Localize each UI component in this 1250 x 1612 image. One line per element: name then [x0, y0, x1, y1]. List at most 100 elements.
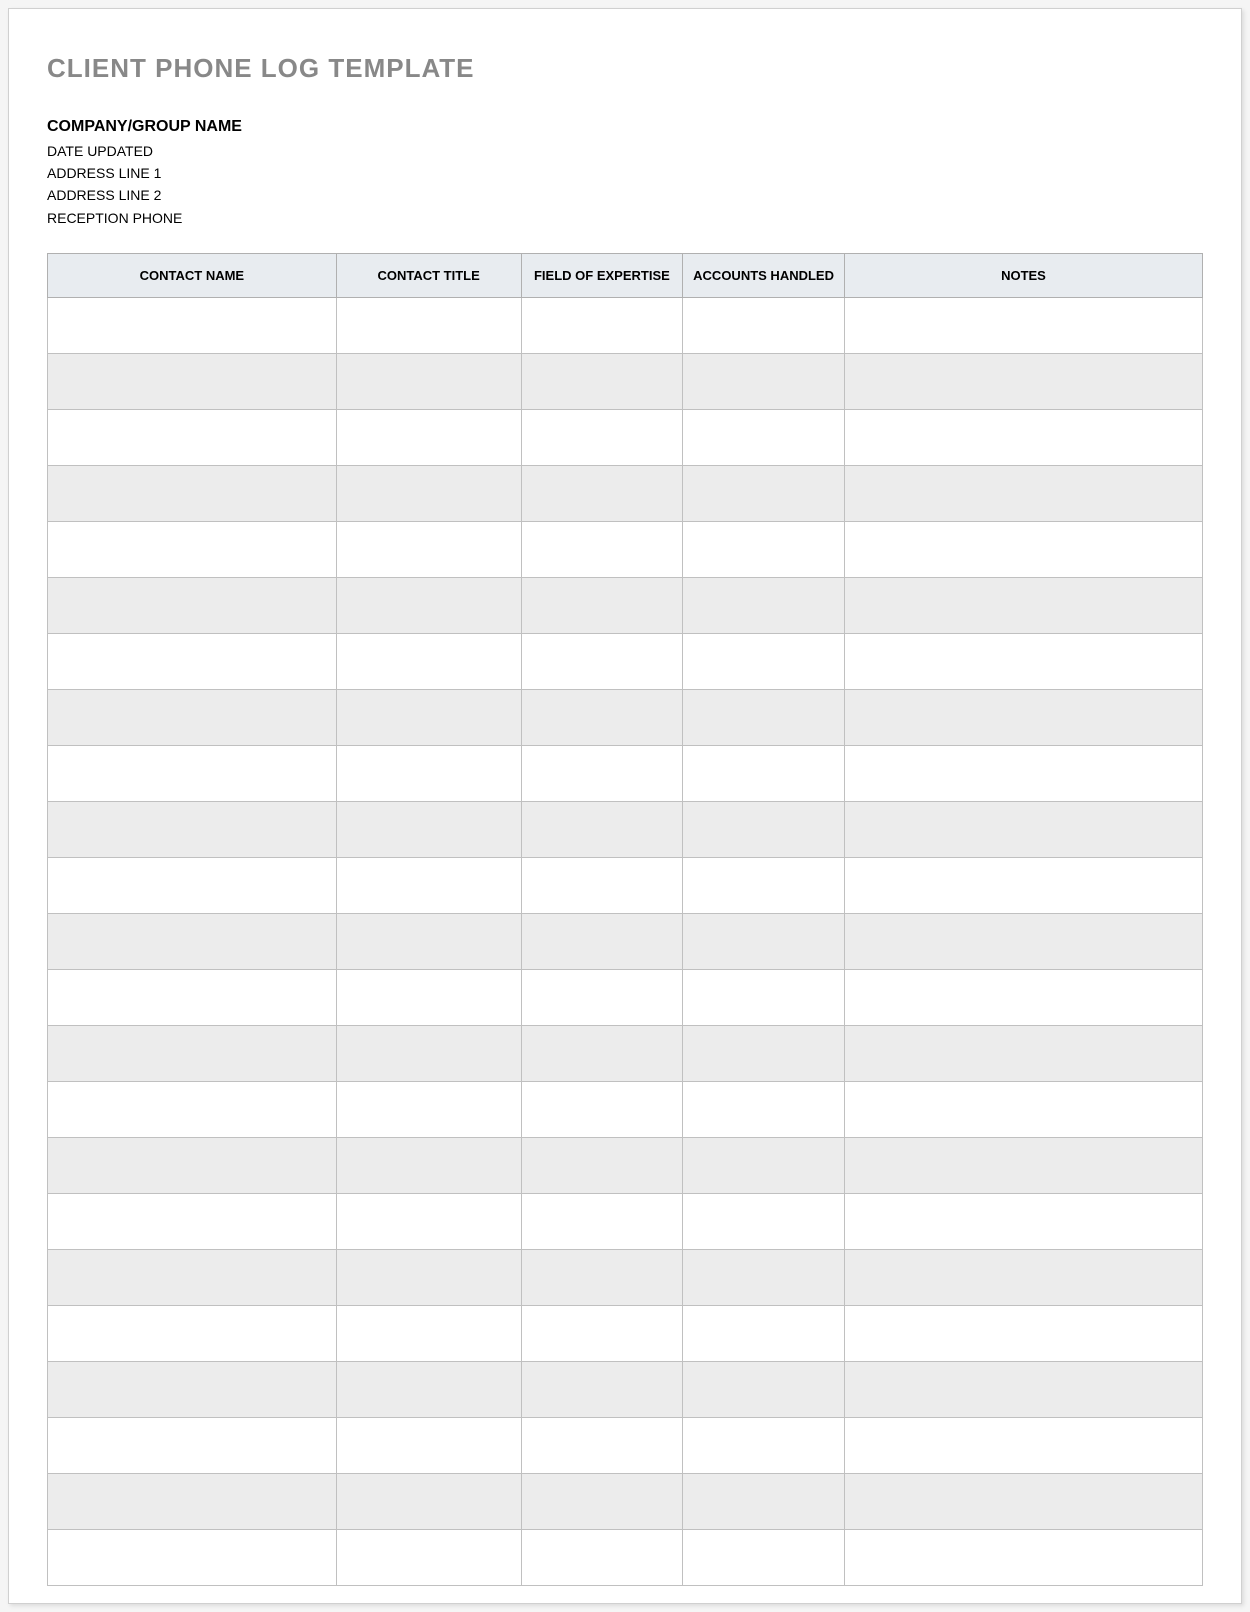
cell-contact-name[interactable] [48, 1418, 337, 1474]
cell-notes[interactable] [844, 354, 1202, 410]
cell-notes[interactable] [844, 1362, 1202, 1418]
cell-notes[interactable] [844, 522, 1202, 578]
cell-field-of-expertise[interactable] [521, 298, 683, 354]
cell-contact-title[interactable] [336, 1530, 521, 1586]
cell-field-of-expertise[interactable] [521, 858, 683, 914]
cell-accounts-handled[interactable] [683, 1418, 845, 1474]
cell-accounts-handled[interactable] [683, 410, 845, 466]
cell-accounts-handled[interactable] [683, 914, 845, 970]
cell-notes[interactable] [844, 298, 1202, 354]
cell-contact-name[interactable] [48, 746, 337, 802]
cell-accounts-handled[interactable] [683, 802, 845, 858]
cell-notes[interactable] [844, 802, 1202, 858]
cell-contact-name[interactable] [48, 1026, 337, 1082]
cell-accounts-handled[interactable] [683, 1026, 845, 1082]
cell-notes[interactable] [844, 1026, 1202, 1082]
cell-accounts-handled[interactable] [683, 298, 845, 354]
cell-contact-name[interactable] [48, 1362, 337, 1418]
cell-field-of-expertise[interactable] [521, 466, 683, 522]
cell-contact-title[interactable] [336, 466, 521, 522]
cell-field-of-expertise[interactable] [521, 522, 683, 578]
cell-notes[interactable] [844, 410, 1202, 466]
cell-accounts-handled[interactable] [683, 522, 845, 578]
cell-field-of-expertise[interactable] [521, 914, 683, 970]
cell-contact-title[interactable] [336, 354, 521, 410]
cell-field-of-expertise[interactable] [521, 634, 683, 690]
cell-notes[interactable] [844, 970, 1202, 1026]
cell-contact-title[interactable] [336, 1250, 521, 1306]
cell-contact-title[interactable] [336, 914, 521, 970]
cell-accounts-handled[interactable] [683, 1082, 845, 1138]
cell-contact-title[interactable] [336, 1418, 521, 1474]
cell-contact-name[interactable] [48, 1474, 337, 1530]
cell-contact-title[interactable] [336, 970, 521, 1026]
cell-accounts-handled[interactable] [683, 466, 845, 522]
cell-accounts-handled[interactable] [683, 970, 845, 1026]
cell-contact-title[interactable] [336, 1026, 521, 1082]
cell-notes[interactable] [844, 466, 1202, 522]
cell-contact-name[interactable] [48, 1250, 337, 1306]
cell-notes[interactable] [844, 746, 1202, 802]
cell-accounts-handled[interactable] [683, 578, 845, 634]
cell-notes[interactable] [844, 578, 1202, 634]
cell-notes[interactable] [844, 858, 1202, 914]
cell-contact-name[interactable] [48, 1138, 337, 1194]
cell-contact-name[interactable] [48, 634, 337, 690]
cell-contact-title[interactable] [336, 1138, 521, 1194]
cell-contact-name[interactable] [48, 522, 337, 578]
cell-accounts-handled[interactable] [683, 690, 845, 746]
cell-notes[interactable] [844, 1530, 1202, 1586]
cell-field-of-expertise[interactable] [521, 970, 683, 1026]
cell-field-of-expertise[interactable] [521, 1362, 683, 1418]
cell-field-of-expertise[interactable] [521, 410, 683, 466]
cell-contact-title[interactable] [336, 1474, 521, 1530]
cell-notes[interactable] [844, 1474, 1202, 1530]
cell-contact-title[interactable] [336, 690, 521, 746]
cell-field-of-expertise[interactable] [521, 802, 683, 858]
cell-contact-title[interactable] [336, 578, 521, 634]
cell-contact-title[interactable] [336, 410, 521, 466]
cell-accounts-handled[interactable] [683, 858, 845, 914]
cell-accounts-handled[interactable] [683, 1194, 845, 1250]
cell-contact-name[interactable] [48, 1306, 337, 1362]
cell-contact-name[interactable] [48, 298, 337, 354]
cell-accounts-handled[interactable] [683, 1306, 845, 1362]
cell-contact-name[interactable] [48, 354, 337, 410]
cell-accounts-handled[interactable] [683, 1362, 845, 1418]
cell-contact-name[interactable] [48, 802, 337, 858]
cell-contact-title[interactable] [336, 522, 521, 578]
cell-field-of-expertise[interactable] [521, 1194, 683, 1250]
cell-field-of-expertise[interactable] [521, 1138, 683, 1194]
cell-contact-title[interactable] [336, 1306, 521, 1362]
cell-contact-name[interactable] [48, 410, 337, 466]
cell-notes[interactable] [844, 1250, 1202, 1306]
cell-notes[interactable] [844, 1306, 1202, 1362]
cell-field-of-expertise[interactable] [521, 1026, 683, 1082]
cell-field-of-expertise[interactable] [521, 1250, 683, 1306]
cell-accounts-handled[interactable] [683, 634, 845, 690]
cell-field-of-expertise[interactable] [521, 1082, 683, 1138]
cell-field-of-expertise[interactable] [521, 578, 683, 634]
cell-notes[interactable] [844, 634, 1202, 690]
cell-notes[interactable] [844, 1194, 1202, 1250]
cell-contact-title[interactable] [336, 298, 521, 354]
cell-contact-name[interactable] [48, 1194, 337, 1250]
cell-contact-title[interactable] [336, 858, 521, 914]
cell-notes[interactable] [844, 1138, 1202, 1194]
cell-field-of-expertise[interactable] [521, 1474, 683, 1530]
cell-accounts-handled[interactable] [683, 1530, 845, 1586]
cell-field-of-expertise[interactable] [521, 690, 683, 746]
cell-contact-title[interactable] [336, 1082, 521, 1138]
cell-field-of-expertise[interactable] [521, 1306, 683, 1362]
cell-accounts-handled[interactable] [683, 746, 845, 802]
cell-contact-name[interactable] [48, 578, 337, 634]
cell-field-of-expertise[interactable] [521, 354, 683, 410]
cell-accounts-handled[interactable] [683, 1474, 845, 1530]
cell-accounts-handled[interactable] [683, 354, 845, 410]
cell-notes[interactable] [844, 690, 1202, 746]
cell-contact-name[interactable] [48, 690, 337, 746]
cell-contact-name[interactable] [48, 1530, 337, 1586]
cell-contact-name[interactable] [48, 466, 337, 522]
cell-contact-title[interactable] [336, 1194, 521, 1250]
cell-contact-title[interactable] [336, 802, 521, 858]
